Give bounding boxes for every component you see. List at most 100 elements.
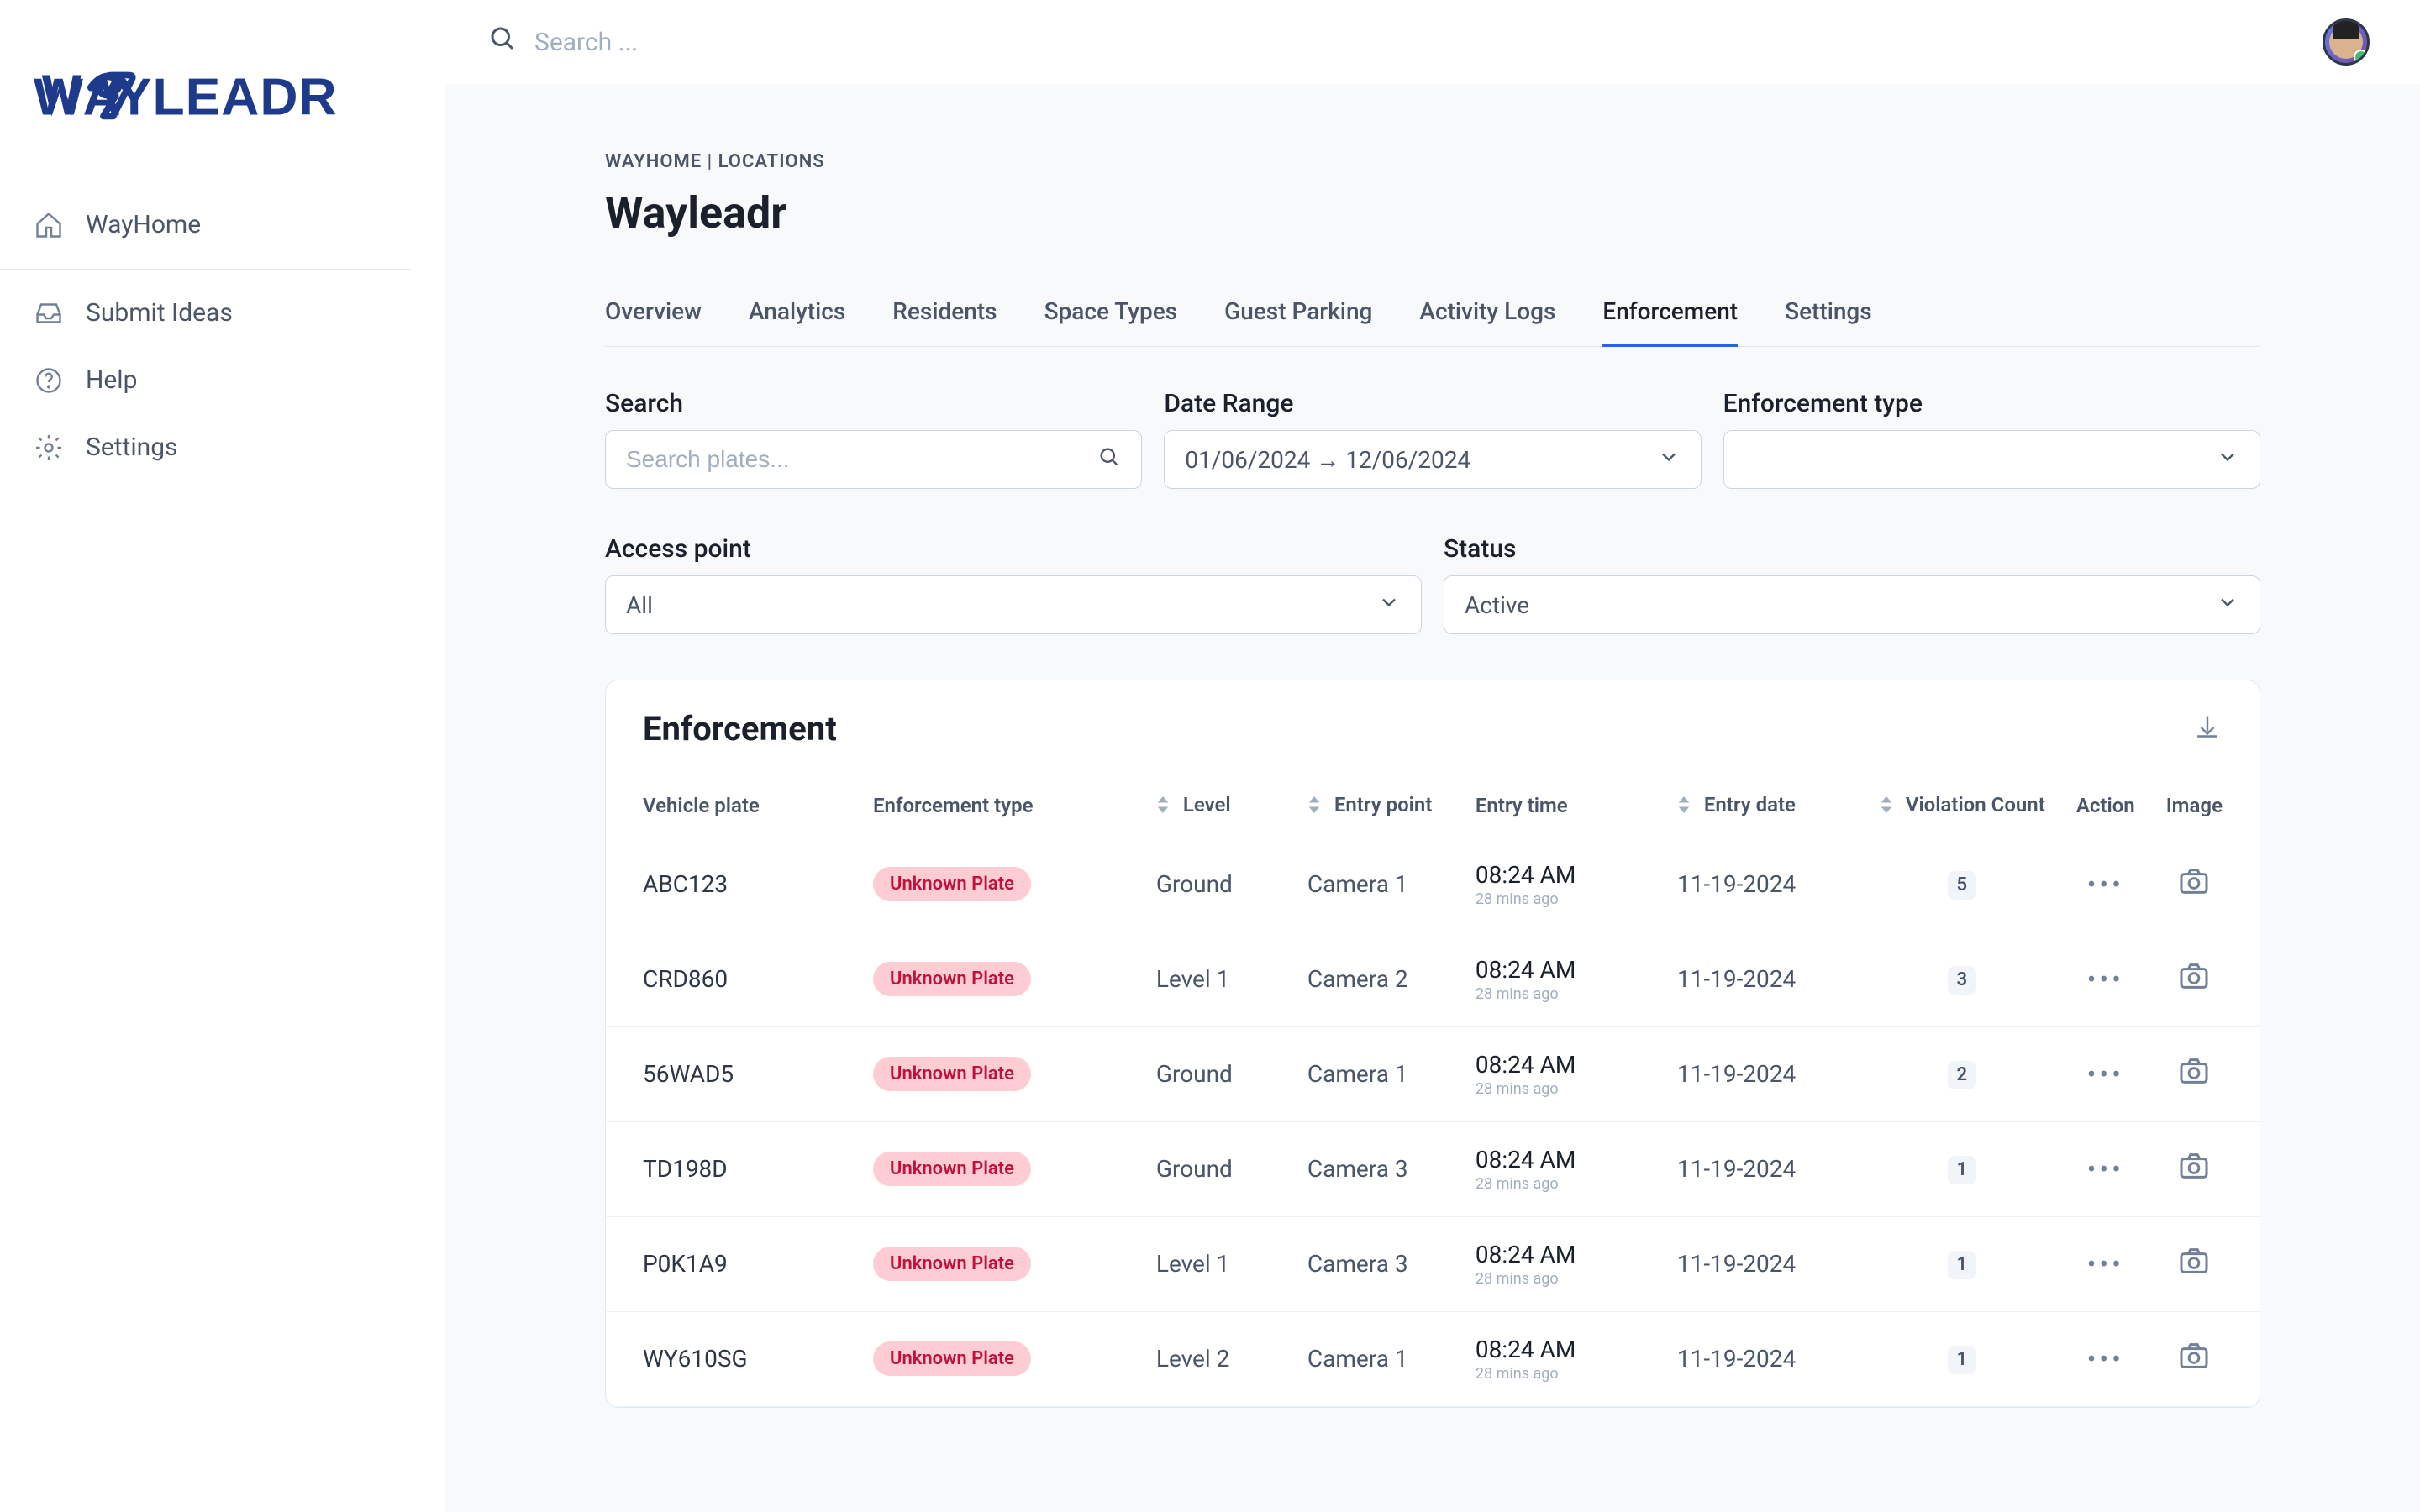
cell-image: [2156, 932, 2260, 1026]
tab-space-types[interactable]: Space Types: [1044, 279, 1178, 347]
global-search-placeholder: Search ...: [534, 28, 638, 57]
enforcement-badge: Unknown Plate: [873, 962, 1031, 996]
camera-icon[interactable]: [2177, 876, 2211, 904]
tab-overview[interactable]: Overview: [605, 279, 702, 347]
row-actions-button[interactable]: •••: [2087, 1248, 2124, 1280]
enforcement-badge: Unknown Plate: [873, 1247, 1031, 1281]
svg-text:AYLEADR: AYLEADR: [83, 67, 338, 126]
cell-plate: CRD860: [606, 932, 863, 1026]
global-search[interactable]: Search ...: [487, 24, 638, 60]
page-title: Wayleadr: [605, 187, 2260, 239]
tab-activity-logs[interactable]: Activity Logs: [1419, 279, 1555, 347]
sidebar-item-wayhome[interactable]: WayHome: [0, 192, 445, 259]
main: Search ... WAYHOME | LOCATIONS Wayleadr …: [445, 0, 2420, 1512]
avatar[interactable]: [2323, 18, 2370, 66]
cell-image: [2156, 1121, 2260, 1216]
enforcement-type-select[interactable]: [1723, 430, 2260, 489]
date-range-value: 01/06/2024 → 12/06/2024: [1185, 446, 1470, 474]
cell-entry-date: 11-19-2024: [1667, 1216, 1869, 1311]
row-actions-button[interactable]: •••: [2087, 1343, 2124, 1375]
cell-level: Ground: [1146, 1026, 1297, 1121]
row-actions-button[interactable]: •••: [2087, 963, 2124, 995]
cell-plate: ABC123: [606, 837, 863, 932]
search-icon: [1097, 445, 1121, 475]
cell-type: Unknown Plate: [863, 932, 1146, 1026]
camera-icon[interactable]: [2177, 1351, 2211, 1378]
cell-plate: TD198D: [606, 1121, 863, 1216]
sidebar-item-help[interactable]: Help: [0, 347, 445, 414]
cell-type: Unknown Plate: [863, 1311, 1146, 1406]
col-action: Action: [2055, 774, 2156, 837]
table-row: TD198D Unknown Plate Ground Camera 3 08:…: [606, 1121, 2260, 1216]
row-actions-button[interactable]: •••: [2087, 1153, 2124, 1185]
filter-label: Search: [605, 389, 1142, 418]
cell-entry-time: 08:24 AM28 mins ago: [1465, 1121, 1667, 1216]
gear-icon: [34, 433, 64, 463]
search-icon: [487, 24, 518, 60]
filter-label: Access point: [605, 534, 1422, 564]
camera-icon[interactable]: [2177, 1256, 2211, 1284]
cell-image: [2156, 1026, 2260, 1121]
col-level[interactable]: Level: [1146, 774, 1297, 837]
tab-enforcement[interactable]: Enforcement: [1602, 279, 1738, 347]
col-image: Image: [2156, 774, 2260, 837]
status-select[interactable]: Active: [1444, 575, 2260, 634]
tab-settings[interactable]: Settings: [1785, 279, 1872, 347]
col-entry-time[interactable]: Entry time: [1465, 774, 1667, 837]
camera-icon[interactable]: [2177, 1161, 2211, 1189]
access-point-select[interactable]: All: [605, 575, 1422, 634]
enforcement-badge: Unknown Plate: [873, 1057, 1031, 1091]
col-entry-point[interactable]: Entry point: [1297, 774, 1465, 837]
filter-status: Status Active: [1444, 534, 2260, 634]
search-input[interactable]: [626, 446, 1084, 473]
row-actions-button[interactable]: •••: [2087, 869, 2124, 900]
cell-entry-time: 08:24 AM28 mins ago: [1465, 1311, 1667, 1406]
filter-date-range: Date Range 01/06/2024 → 12/06/2024: [1164, 389, 1701, 489]
status-value: Active: [1465, 591, 1529, 619]
col-violation[interactable]: Violation Count: [1869, 774, 2055, 837]
cell-entry-date: 11-19-2024: [1667, 1026, 1869, 1121]
cell-action: •••: [2055, 1121, 2156, 1216]
row-actions-button[interactable]: •••: [2087, 1058, 2124, 1090]
cell-plate: WY610SG: [606, 1311, 863, 1406]
brand-logo: W AYLEADR: [0, 34, 445, 192]
cell-entry-point: Camera 3: [1297, 1121, 1465, 1216]
cell-plate: P0K1A9: [606, 1216, 863, 1311]
sort-icon: [1879, 795, 1894, 818]
tab-residents[interactable]: Residents: [892, 279, 997, 347]
cell-violation: 1: [1869, 1311, 2055, 1406]
tab-analytics[interactable]: Analytics: [749, 279, 845, 347]
sort-icon: [1677, 795, 1692, 818]
sidebar-item-submit-ideas[interactable]: Submit Ideas: [0, 280, 445, 347]
enforcement-badge: Unknown Plate: [873, 867, 1031, 901]
cell-violation: 2: [1869, 1026, 2055, 1121]
cell-image: [2156, 837, 2260, 932]
tab-guest-parking[interactable]: Guest Parking: [1224, 279, 1372, 347]
filter-enforcement-type: Enforcement type: [1723, 389, 2260, 489]
cell-type: Unknown Plate: [863, 837, 1146, 932]
enforcement-table: Vehicle plate Enforcement type Level Ent…: [606, 774, 2260, 1407]
topbar: Search ...: [445, 0, 2420, 84]
sidebar-item-label: Submit Ideas: [86, 298, 233, 328]
sidebar-item-settings[interactable]: Settings: [0, 414, 445, 481]
cell-entry-point: Camera 3: [1297, 1216, 1465, 1311]
filter-label: Date Range: [1164, 389, 1701, 418]
col-entry-date[interactable]: Entry date: [1667, 774, 1869, 837]
camera-icon[interactable]: [2177, 1066, 2211, 1094]
filter-search: Search: [605, 389, 1142, 489]
cell-level: Ground: [1146, 837, 1297, 932]
date-range-select[interactable]: 01/06/2024 → 12/06/2024: [1164, 430, 1701, 489]
cell-action: •••: [2055, 1311, 2156, 1406]
access-point-value: All: [626, 591, 653, 619]
cell-type: Unknown Plate: [863, 1121, 1146, 1216]
camera-icon[interactable]: [2177, 971, 2211, 999]
chevron-down-icon: [2216, 591, 2239, 620]
violation-count: 5: [1948, 871, 1976, 900]
violation-count: 3: [1948, 966, 1976, 995]
search-input-wrap[interactable]: [605, 430, 1142, 489]
cell-violation: 3: [1869, 932, 2055, 1026]
cell-plate: 56WAD5: [606, 1026, 863, 1121]
col-plate[interactable]: Vehicle plate: [606, 774, 863, 837]
download-button[interactable]: [2192, 712, 2223, 746]
col-enforcement-type[interactable]: Enforcement type: [863, 774, 1146, 837]
